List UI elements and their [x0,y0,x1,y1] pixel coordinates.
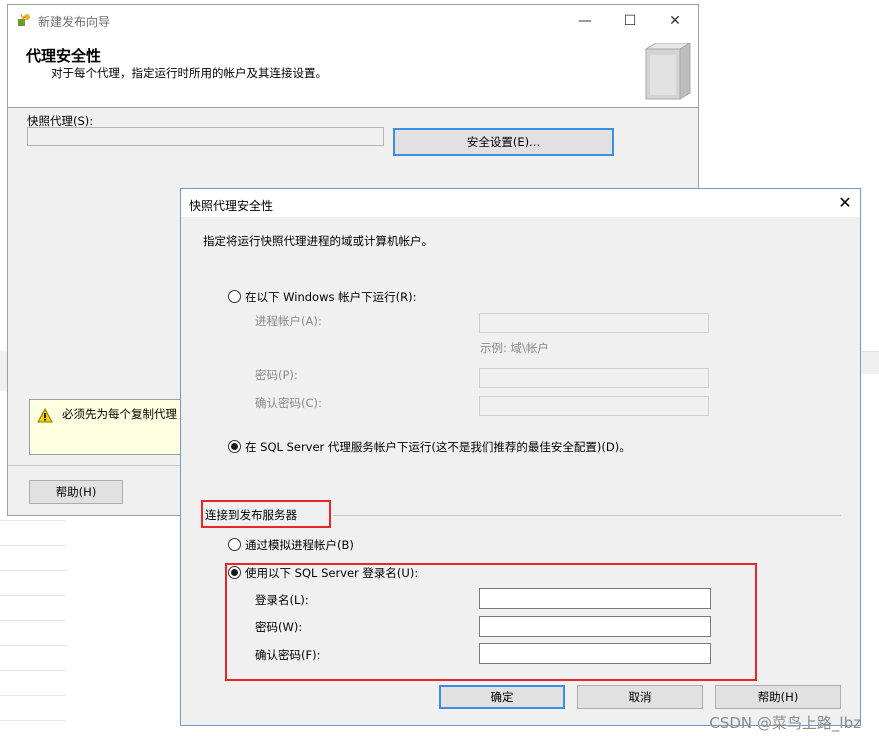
dialog-help-button[interactable]: 帮助(H) [715,685,841,709]
minimize-button[interactable]: — [570,11,600,31]
dialog-title: 快照代理安全性 [189,199,274,213]
sql-login-radio[interactable] [228,566,241,579]
password-input[interactable] [479,368,709,388]
sql-login-radio-label[interactable]: 使用以下 SQL Server 登录名(U): [245,565,418,581]
connect-publisher-group-title: 连接到发布服务器 [205,508,297,522]
watermark-text: CSDN @菜鸟上路_lbz [709,714,861,732]
spreadsheet-gridline [0,620,66,621]
spreadsheet-gridline [0,545,66,546]
group-divider [333,515,841,516]
cancel-button[interactable]: 取消 [577,685,703,709]
dialog-prompt: 指定将运行快照代理进程的域或计算机帐户。 [203,234,433,248]
wizard-help-button[interactable]: 帮助(H) [29,480,123,504]
security-settings-button[interactable]: 安全设置(E)... [393,128,614,156]
warning-message-text: 必须先为每个复制代理 [62,407,177,421]
spreadsheet-gridline [0,695,66,696]
spreadsheet-gridline [0,670,66,671]
login-confirm-password-label: 确认密码(F): [255,648,321,662]
login-name-input[interactable] [479,588,711,609]
sql-agent-account-radio-label[interactable]: 在 SQL Server 代理服务帐户下运行(这不是我们推荐的最佳安全配置)(D… [245,439,631,455]
spreadsheet-gridline [0,595,66,596]
wizard-titlebar: 新建发布向导 — ☐ ✕ [8,5,698,37]
confirm-password-input[interactable] [479,396,709,416]
login-password-label: 密码(W): [255,620,303,634]
ok-button[interactable]: 确定 [439,685,565,709]
confirm-password-label: 确认密码(C): [255,396,322,410]
snapshot-agent-field [27,127,384,146]
wizard-title: 新建发布向导 [38,15,111,29]
password-label: 密码(P): [255,368,298,382]
spreadsheet-gridline [0,720,66,721]
impersonate-radio[interactable] [228,538,241,551]
wizard-header: 代理安全性 对于每个代理，指定运行时所用的帐户及其连接设置。 [8,37,698,108]
sql-agent-account-radio[interactable] [228,440,241,453]
windows-account-radio[interactable] [228,290,241,303]
process-account-label: 进程帐户(A): [255,314,322,328]
close-button[interactable]: ✕ [660,11,690,31]
windows-account-radio-label[interactable]: 在以下 Windows 帐户下运行(R): [245,289,416,305]
login-name-label: 登录名(L): [255,593,309,607]
dialog-close-icon[interactable]: ✕ [831,191,859,215]
dialog-titlebar: 快照代理安全性 ✕ [181,189,860,217]
warning-icon [37,408,53,423]
maximize-button[interactable]: ☐ [615,11,645,31]
snapshot-agent-security-dialog: 快照代理安全性 ✕ 指定将运行快照代理进程的域或计算机帐户。 在以下 Windo… [180,188,861,726]
page-title: 代理安全性 [26,47,102,65]
wizard-app-icon [18,13,30,26]
impersonate-radio-label[interactable]: 通过模拟进程帐户(B) [245,537,354,553]
spreadsheet-gridline [0,570,66,571]
login-confirm-password-input[interactable] [479,643,711,664]
spreadsheet-gridline [0,645,66,646]
process-account-input[interactable] [479,313,709,333]
server-graphic-icon [644,43,691,100]
spreadsheet-gridline [0,520,66,521]
login-password-input[interactable] [479,616,711,637]
account-example-text: 示例: 域\帐户 [480,341,549,355]
page-subtitle: 对于每个代理，指定运行时所用的帐户及其连接设置。 [51,66,327,80]
